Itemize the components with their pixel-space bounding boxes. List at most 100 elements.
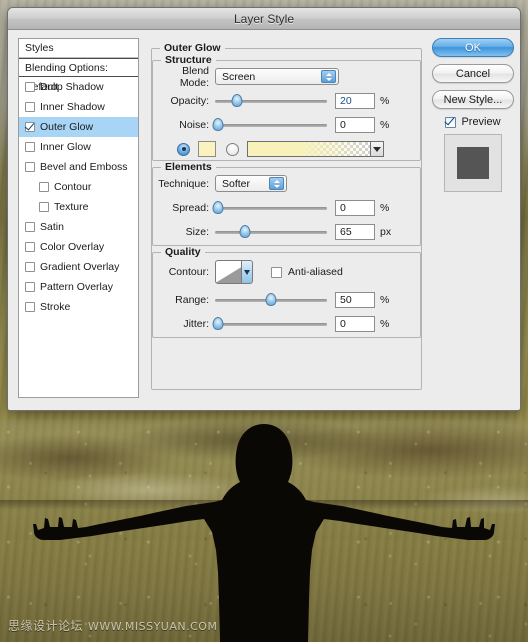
styles-item-satin[interactable]: Satin	[19, 217, 138, 237]
opacity-slider-knob[interactable]	[231, 93, 243, 107]
styles-item-checkbox-icon[interactable]	[39, 182, 49, 192]
updown-arrows-icon[interactable]	[321, 70, 336, 83]
styles-item-label: Drop Shadow	[40, 81, 104, 93]
contour-row: Contour: Anti-aliased	[153, 258, 420, 286]
styles-item-checkbox-icon[interactable]	[25, 122, 35, 132]
opacity-row: Opacity: 20 %	[153, 90, 420, 111]
styles-item-label: Texture	[54, 201, 89, 213]
styles-item-label: Stroke	[40, 301, 71, 313]
styles-item-gradient-overlay[interactable]: Gradient Overlay	[19, 257, 138, 277]
styles-item-texture[interactable]: Texture	[19, 197, 138, 217]
spread-unit: %	[380, 201, 390, 214]
anti-aliased-checkbox[interactable]: Anti-aliased	[271, 266, 343, 278]
jitter-slider-knob[interactable]	[212, 316, 224, 330]
solid-color-radio[interactable]	[177, 142, 190, 156]
opacity-slider[interactable]	[215, 93, 327, 108]
chevron-down-icon[interactable]	[241, 261, 252, 283]
noise-slider-knob[interactable]	[212, 117, 224, 131]
spread-slider-track	[215, 206, 327, 210]
jitter-input[interactable]: 0	[335, 315, 375, 332]
styles-item-label: Contour	[54, 181, 92, 193]
anti-aliased-box-icon[interactable]	[271, 266, 282, 278]
preview-check-icon[interactable]	[445, 116, 457, 128]
styles-item-inner-glow[interactable]: Inner Glow	[19, 137, 138, 157]
jitter-slider[interactable]	[212, 316, 327, 331]
size-unit: px	[380, 225, 392, 238]
size-row: Size: 65 px	[153, 221, 420, 242]
styles-item-inner-shadow[interactable]: Inner Shadow	[19, 97, 138, 117]
styles-item-checkbox-icon[interactable]	[25, 162, 35, 172]
technique-label: Technique:	[158, 177, 209, 190]
glow-fill-row	[153, 138, 420, 160]
styles-item-checkbox-icon[interactable]	[25, 82, 35, 92]
styles-item-checkbox-icon[interactable]	[25, 282, 35, 292]
hooded-figure-silhouette	[33, 424, 495, 642]
gradient-preview[interactable]	[247, 141, 371, 157]
ok-button[interactable]: OK	[432, 38, 514, 57]
styles-item-outer-glow[interactable]: Outer Glow	[19, 117, 138, 137]
styles-item-label: Inner Shadow	[40, 101, 105, 113]
spread-slider-knob[interactable]	[212, 200, 224, 214]
styles-list-header[interactable]: Styles	[19, 39, 138, 58]
spread-slider[interactable]	[212, 200, 327, 215]
blend-mode-select[interactable]: Screen	[215, 68, 339, 85]
updown-arrows-icon[interactable]	[269, 177, 284, 190]
styles-item-checkbox-icon[interactable]	[39, 202, 49, 212]
styles-item-checkbox-icon[interactable]	[25, 262, 35, 272]
size-input[interactable]: 65	[335, 223, 375, 240]
outer-glow-group-title: Outer Glow	[164, 42, 221, 54]
styles-item-color-overlay[interactable]: Color Overlay	[19, 237, 138, 257]
effect-settings-panel: Outer Glow Structure Blend Mode: Screen …	[151, 38, 422, 398]
dialog-buttons: OK Cancel New Style... Preview	[432, 38, 514, 192]
gradient-picker-button[interactable]	[370, 141, 384, 157]
opacity-input[interactable]: 20	[335, 92, 375, 109]
spread-input[interactable]: 0	[335, 199, 375, 216]
jitter-slider-track	[215, 322, 327, 326]
range-input[interactable]: 50	[335, 291, 375, 308]
layer-style-dialog: Layer Style Styles Blending Options: Def…	[7, 7, 521, 411]
new-style-button[interactable]: New Style...	[432, 90, 514, 109]
styles-item-label: Color Overlay	[40, 241, 105, 253]
styles-item-label: Gradient Overlay	[40, 261, 120, 273]
watermark-cn-text: 思缘设计论坛	[8, 619, 84, 633]
noise-input[interactable]: 0	[335, 116, 375, 133]
preview-thumbnail	[444, 134, 502, 192]
blending-options-item[interactable]: Blending Options: Default	[19, 58, 138, 93]
size-slider[interactable]	[215, 224, 327, 239]
jitter-label: Jitter:	[183, 317, 209, 330]
contour-preset-picker[interactable]	[215, 260, 253, 284]
size-label: Size:	[185, 225, 209, 238]
styles-item-checkbox-icon[interactable]	[25, 222, 35, 232]
jitter-row: Jitter: 0 %	[153, 313, 420, 334]
styles-item-checkbox-icon[interactable]	[25, 302, 35, 312]
quality-group-title: Quality	[165, 246, 201, 258]
blend-mode-row: Blend Mode: Screen	[153, 65, 420, 89]
opacity-label: Opacity:	[170, 94, 209, 107]
styles-item-contour[interactable]: Contour	[19, 177, 138, 197]
anti-aliased-label: Anti-aliased	[288, 266, 343, 278]
styles-item-pattern-overlay[interactable]: Pattern Overlay	[19, 277, 138, 297]
styles-item-checkbox-icon[interactable]	[25, 102, 35, 112]
size-slider-knob[interactable]	[239, 224, 251, 238]
noise-slider[interactable]	[212, 117, 327, 132]
glow-color-swatch[interactable]	[198, 141, 216, 157]
technique-row: Technique: Softer	[153, 173, 420, 194]
styles-item-bevel-and-emboss[interactable]: Bevel and Emboss	[19, 157, 138, 177]
technique-select[interactable]: Softer	[215, 175, 287, 192]
styles-item-label: Bevel and Emboss	[40, 161, 128, 173]
styles-item-checkbox-icon[interactable]	[25, 242, 35, 252]
styles-item-checkbox-icon[interactable]	[25, 142, 35, 152]
range-slider[interactable]	[215, 292, 327, 307]
cancel-button[interactable]: Cancel	[432, 64, 514, 83]
dialog-titlebar[interactable]: Layer Style	[8, 8, 520, 30]
range-unit: %	[380, 293, 390, 306]
spread-row: Spread: 0 %	[153, 197, 420, 218]
styles-list-panel: Styles Blending Options: Default Drop Sh…	[18, 38, 139, 398]
gradient-radio[interactable]	[226, 142, 239, 156]
range-slider-knob[interactable]	[265, 292, 277, 306]
outer-glow-group: Outer Glow Structure Blend Mode: Screen …	[151, 42, 422, 390]
styles-item-stroke[interactable]: Stroke	[19, 297, 138, 317]
preview-checkbox[interactable]: Preview	[432, 116, 514, 128]
blend-mode-value: Screen	[222, 70, 256, 83]
size-slider-track	[215, 230, 327, 234]
